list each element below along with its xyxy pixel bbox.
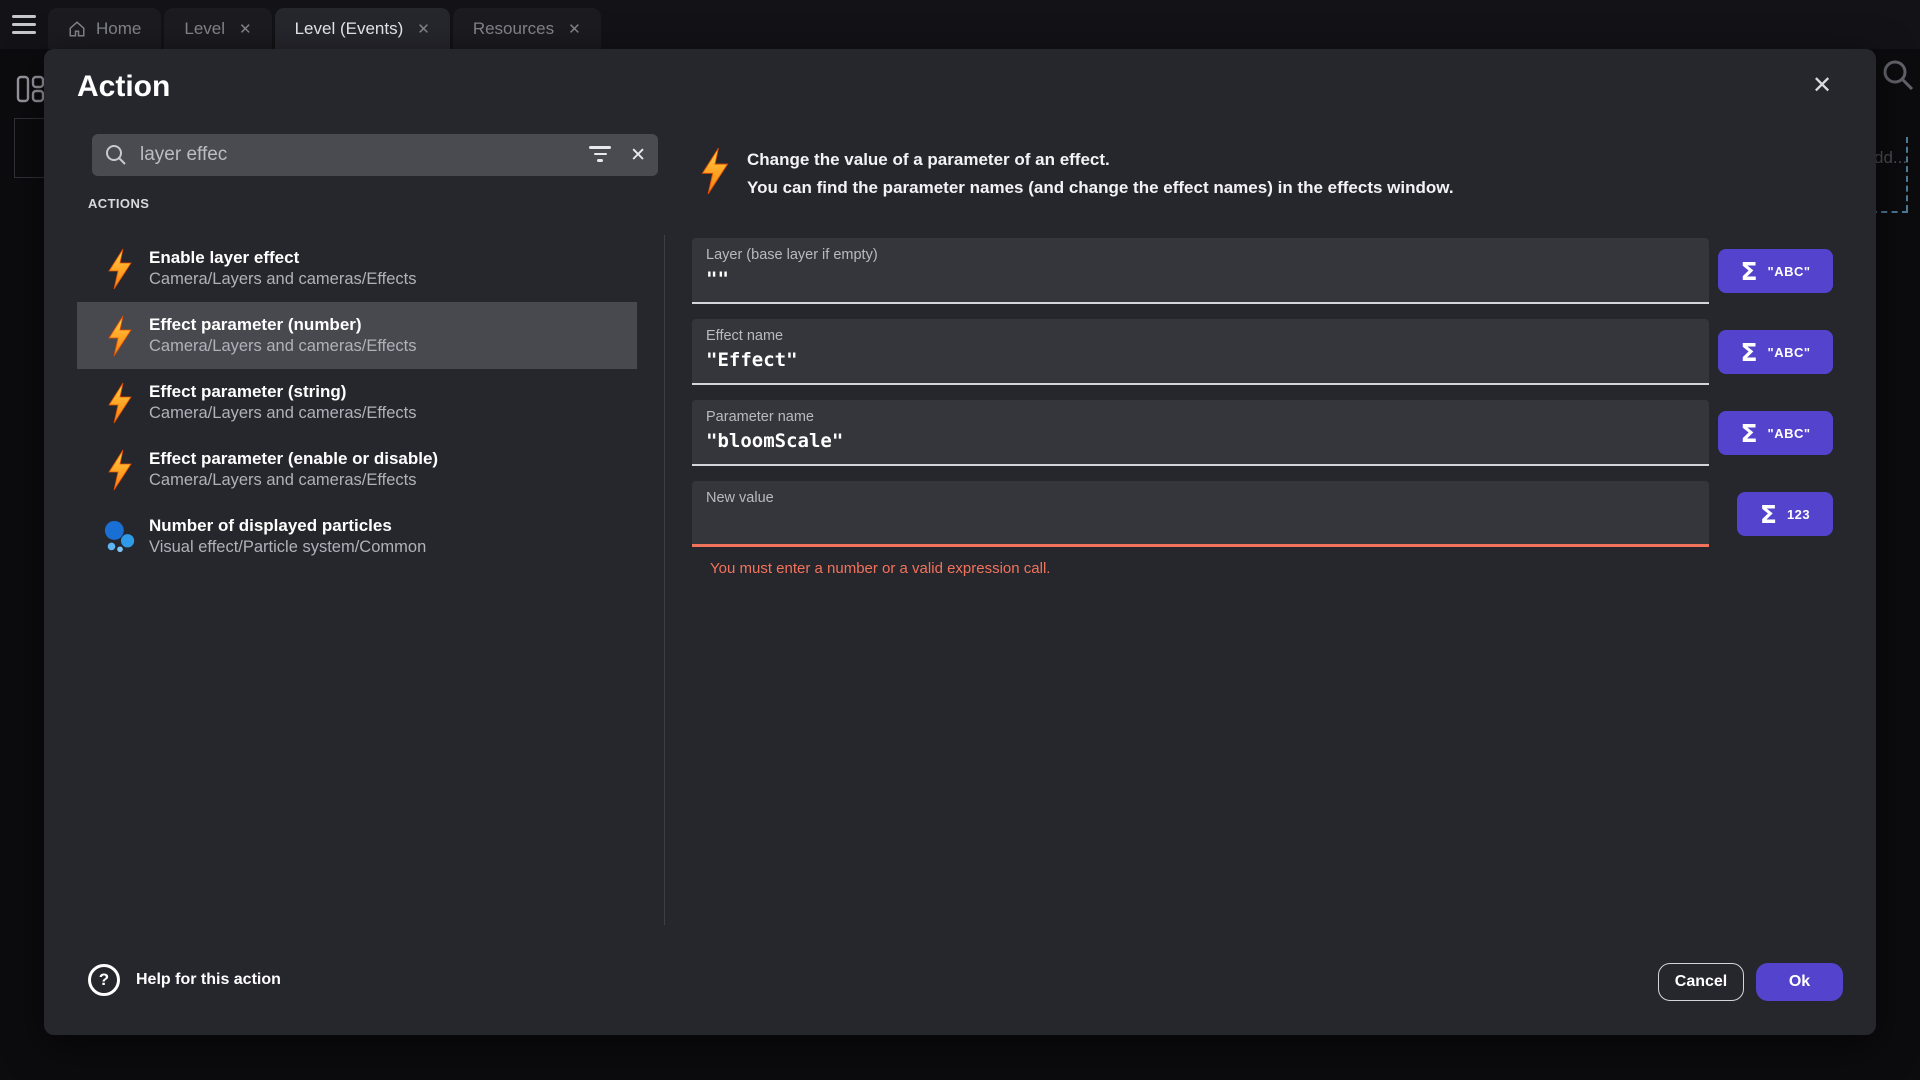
field-label: Effect name bbox=[706, 328, 1695, 344]
action-path: Camera/Layers and cameras/Effects bbox=[149, 403, 416, 424]
tab-label: Level (Events) bbox=[295, 19, 404, 39]
cancel-button[interactable]: Cancel bbox=[1658, 963, 1744, 1001]
sigma-type-label: "ABC" bbox=[1768, 264, 1811, 279]
sigma-type-label: "ABC" bbox=[1768, 426, 1811, 441]
tab-home[interactable]: Home bbox=[48, 8, 161, 49]
list-item-effect-parameter-string[interactable]: Effect parameter (string) Camera/Layers … bbox=[77, 369, 637, 436]
action-description: Change the value of a parameter of an ef… bbox=[747, 146, 1454, 202]
expression-builder-button[interactable]: Σ 123 bbox=[1737, 492, 1833, 536]
tab-level-events[interactable]: Level (Events) ✕ bbox=[275, 8, 450, 49]
action-title: Enable layer effect bbox=[149, 247, 416, 269]
actions-section-header: ACTIONS bbox=[88, 196, 149, 211]
expression-builder-button[interactable]: Σ "ABC" bbox=[1718, 411, 1833, 455]
action-title: Number of displayed particles bbox=[149, 515, 426, 537]
panel-divider bbox=[664, 235, 665, 925]
app-tab-bar: Home Level ✕ Level (Events) ✕ Resources … bbox=[0, 0, 1920, 49]
filter-icon[interactable] bbox=[588, 146, 612, 164]
field-value: "bloomScale" bbox=[706, 430, 1695, 452]
lightning-icon bbox=[700, 147, 730, 200]
sigma-icon: Σ bbox=[1740, 259, 1757, 284]
screen: Home Level ✕ Level (Events) ✕ Resources … bbox=[0, 0, 1920, 1080]
search-icon[interactable] bbox=[1880, 57, 1916, 98]
lightning-icon bbox=[103, 382, 137, 424]
parameter-name-field[interactable]: Parameter name "bloomScale" bbox=[692, 400, 1709, 466]
validation-error-text: You must enter a number or a valid expre… bbox=[710, 560, 1050, 577]
tab-resources[interactable]: Resources ✕ bbox=[453, 8, 601, 49]
clear-search-icon[interactable]: ✕ bbox=[630, 144, 646, 167]
ok-button[interactable]: Ok bbox=[1756, 963, 1843, 1001]
description-line-1: Change the value of a parameter of an ef… bbox=[747, 146, 1454, 174]
expression-builder-button[interactable]: Σ "ABC" bbox=[1718, 330, 1833, 374]
new-value-field[interactable]: New value bbox=[692, 481, 1709, 547]
sigma-icon: Σ bbox=[1740, 340, 1757, 365]
lightning-icon bbox=[103, 315, 137, 357]
tab-label: Level bbox=[184, 19, 225, 39]
help-label: Help for this action bbox=[136, 971, 281, 989]
field-row-layer: Layer (base layer if empty) "" Σ "ABC" bbox=[692, 238, 1709, 304]
field-row-new-value: New value Σ 123 bbox=[692, 481, 1709, 547]
home-icon bbox=[68, 20, 86, 38]
list-item-enable-layer-effect[interactable]: Enable layer effect Camera/Layers and ca… bbox=[77, 235, 637, 302]
list-item-effect-parameter-enable[interactable]: Effect parameter (enable or disable) Cam… bbox=[77, 436, 637, 503]
tab-label: Resources bbox=[473, 19, 554, 39]
action-search-box[interactable]: ✕ bbox=[92, 134, 658, 176]
sigma-icon: Σ bbox=[1760, 502, 1777, 527]
field-row-effect-name: Effect name "Effect" Σ "ABC" bbox=[692, 319, 1709, 385]
truncated-add-label: dd... bbox=[1874, 148, 1907, 168]
tab-level[interactable]: Level ✕ bbox=[164, 8, 271, 49]
layer-field[interactable]: Layer (base layer if empty) "" bbox=[692, 238, 1709, 304]
help-link[interactable]: ? Help for this action bbox=[88, 964, 281, 996]
search-icon bbox=[104, 143, 128, 167]
effect-name-field[interactable]: Effect name "Effect" bbox=[692, 319, 1709, 385]
description-line-2: You can find the parameter names (and ch… bbox=[747, 174, 1454, 202]
action-dialog: Action ✕ ✕ ACTIONS Enable layer effect C… bbox=[44, 49, 1876, 1035]
action-title: Effect parameter (enable or disable) bbox=[149, 448, 438, 470]
background-panel-fragment bbox=[14, 118, 48, 178]
lightning-icon bbox=[103, 449, 137, 491]
action-path: Visual effect/Particle system/Common bbox=[149, 537, 426, 558]
search-input[interactable] bbox=[138, 143, 588, 167]
help-icon: ? bbox=[88, 964, 120, 996]
close-icon[interactable]: ✕ bbox=[417, 20, 430, 38]
lightning-icon bbox=[103, 248, 137, 290]
field-label: New value bbox=[706, 490, 1695, 506]
dialog-title: Action bbox=[77, 70, 170, 104]
sigma-type-label: 123 bbox=[1787, 507, 1810, 522]
main-menu-icon[interactable] bbox=[12, 15, 36, 34]
action-title: Effect parameter (string) bbox=[149, 381, 416, 403]
field-label: Parameter name bbox=[706, 409, 1695, 425]
close-icon[interactable]: ✕ bbox=[568, 20, 581, 38]
particles-icon bbox=[103, 517, 137, 557]
field-row-parameter-name: Parameter name "bloomScale" Σ "ABC" bbox=[692, 400, 1709, 466]
action-title: Effect parameter (number) bbox=[149, 314, 416, 336]
panels-layout-icon bbox=[16, 74, 46, 109]
sigma-icon: Σ bbox=[1740, 421, 1757, 446]
expression-builder-button[interactable]: Σ "ABC" bbox=[1718, 249, 1833, 293]
action-path: Camera/Layers and cameras/Effects bbox=[149, 470, 438, 491]
list-item-number-displayed-particles[interactable]: Number of displayed particles Visual eff… bbox=[77, 503, 637, 570]
list-item-effect-parameter-number[interactable]: Effect parameter (number) Camera/Layers … bbox=[77, 302, 637, 369]
close-icon[interactable]: ✕ bbox=[1804, 67, 1840, 103]
field-value: "" bbox=[706, 268, 1695, 290]
close-icon[interactable]: ✕ bbox=[239, 20, 252, 38]
field-label: Layer (base layer if empty) bbox=[706, 247, 1695, 263]
field-value: "Effect" bbox=[706, 349, 1695, 371]
action-path: Camera/Layers and cameras/Effects bbox=[149, 269, 416, 290]
action-path: Camera/Layers and cameras/Effects bbox=[149, 336, 416, 357]
tab-strip: Home Level ✕ Level (Events) ✕ Resources … bbox=[48, 8, 601, 49]
action-list: Enable layer effect Camera/Layers and ca… bbox=[77, 235, 637, 570]
tab-label: Home bbox=[96, 19, 141, 39]
sigma-type-label: "ABC" bbox=[1768, 345, 1811, 360]
